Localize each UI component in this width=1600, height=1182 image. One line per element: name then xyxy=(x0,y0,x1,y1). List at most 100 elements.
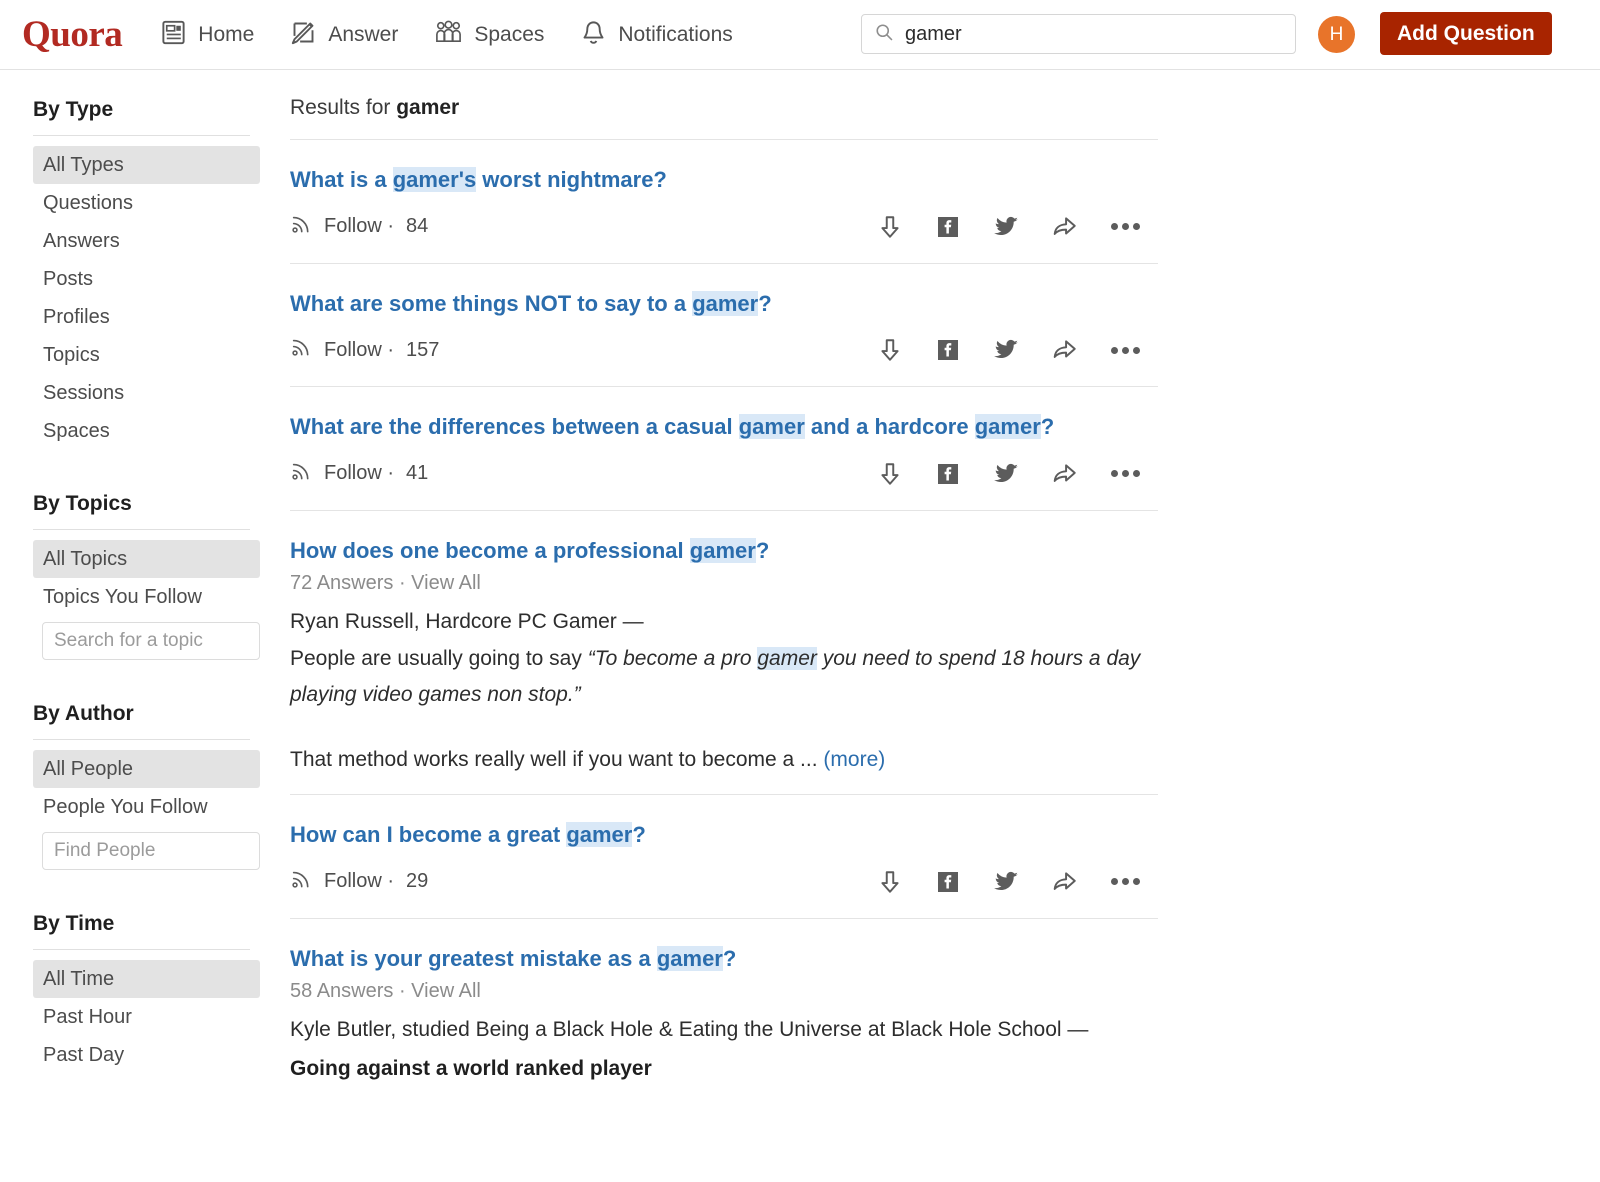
sidebar-item-spaces[interactable]: Spaces xyxy=(33,412,260,450)
follow-button[interactable]: Follow · 41 xyxy=(290,460,428,488)
twitter-icon[interactable] xyxy=(993,461,1019,487)
view-all-link[interactable]: View All xyxy=(411,980,481,1002)
title-text: ? xyxy=(632,821,646,847)
search-result-item: What are the differences between a casua… xyxy=(290,387,1158,511)
avatar[interactable]: H xyxy=(1318,16,1355,53)
quora-logo[interactable]: Quora xyxy=(22,16,123,53)
sidebar-item-topics-you-follow[interactable]: Topics You Follow xyxy=(33,578,260,616)
sidebar-item-all-types[interactable]: All Types xyxy=(33,146,260,184)
highlighted-term: gamer xyxy=(738,414,805,440)
search-input[interactable] xyxy=(905,22,1283,46)
result-question-title[interactable]: How does one become a professional gamer… xyxy=(290,537,1158,566)
facebook-icon[interactable] xyxy=(936,215,960,239)
result-question-title[interactable]: How can I become a great gamer? xyxy=(290,821,1158,850)
answer-snippet: People are usually going to say “To beco… xyxy=(290,641,1158,712)
sidebar-item-all-time[interactable]: All Time xyxy=(33,960,260,998)
highlighted-term: gamer's xyxy=(392,167,477,192)
home-icon xyxy=(160,19,187,51)
bell-icon xyxy=(580,19,607,51)
result-question-title[interactable]: What are some things NOT to say to a gam… xyxy=(290,290,1158,319)
sidebar-item-profiles[interactable]: Profiles xyxy=(33,298,260,336)
topic-search-input[interactable] xyxy=(42,622,260,660)
title-text: ? xyxy=(1040,414,1055,440)
result-actions xyxy=(877,337,1158,363)
sidebar-item-posts[interactable]: Posts xyxy=(33,260,260,298)
filters-sidebar: By Type All Types Questions Answers Post… xyxy=(0,70,290,1116)
downvote-icon[interactable] xyxy=(877,869,903,895)
highlighted-term: gamer xyxy=(566,821,633,847)
more-link[interactable]: (more) xyxy=(823,748,885,771)
nav-item-notifications-label: Notifications xyxy=(618,22,733,46)
answers-count: 58 Answers · xyxy=(290,980,412,1003)
sidebar-item-people-you-follow[interactable]: People You Follow xyxy=(33,788,260,826)
title-text: ? xyxy=(755,537,770,563)
snippet-text: People are usually going to say xyxy=(290,647,588,671)
results-for-query: gamer xyxy=(396,96,460,119)
sidebar-item-answers[interactable]: Answers xyxy=(33,222,260,260)
title-text: ? xyxy=(758,290,772,316)
add-question-button[interactable]: Add Question xyxy=(1380,12,1552,55)
search-results-column: Results for gamer What is a gamer's wors… xyxy=(290,70,1170,1116)
divider xyxy=(33,739,250,740)
share-icon[interactable] xyxy=(1052,337,1078,363)
snippet-tail-text: That method works really well if you wan… xyxy=(290,747,824,771)
search-result-item: How can I become a great gamer? Follow ·… xyxy=(290,795,1158,919)
follow-count: 157 xyxy=(406,338,440,361)
result-question-title[interactable]: What is a gamer's worst nightmare? xyxy=(290,166,1158,195)
result-question-title[interactable]: What are the differences between a casua… xyxy=(290,413,1158,442)
downvote-icon[interactable] xyxy=(877,461,903,487)
follow-button[interactable]: Follow · 29 xyxy=(290,868,428,896)
twitter-icon[interactable] xyxy=(993,337,1019,363)
nav-item-notifications[interactable]: Notifications xyxy=(580,19,733,51)
more-options-icon[interactable] xyxy=(1111,223,1140,231)
sidebar-item-topics[interactable]: Topics xyxy=(33,336,260,374)
more-options-icon[interactable] xyxy=(1111,878,1140,886)
sidebar-item-questions[interactable]: Questions xyxy=(33,184,260,222)
title-text: and a hardcore xyxy=(804,414,975,440)
facebook-icon[interactable] xyxy=(936,462,960,486)
downvote-icon[interactable] xyxy=(877,214,903,240)
facebook-icon[interactable] xyxy=(936,338,960,362)
share-icon[interactable] xyxy=(1052,214,1078,240)
answers-count: 72 Answers · xyxy=(290,572,412,595)
sidebar-item-past-hour[interactable]: Past Hour xyxy=(33,998,260,1036)
filter-title-by-type: By Type xyxy=(33,98,114,121)
nav-item-home[interactable]: Home xyxy=(160,19,254,51)
sidebar-item-all-topics[interactable]: All Topics xyxy=(33,540,260,578)
follow-label: Follow · xyxy=(324,870,395,893)
sidebar-item-past-day[interactable]: Past Day xyxy=(33,1036,260,1074)
divider xyxy=(33,949,250,950)
downvote-icon[interactable] xyxy=(877,337,903,363)
view-all-link[interactable]: View All xyxy=(411,572,481,594)
nav-item-answer[interactable]: Answer xyxy=(290,19,398,51)
people-search-input[interactable] xyxy=(42,832,260,870)
twitter-icon[interactable] xyxy=(993,869,1019,895)
title-text: ? xyxy=(722,945,737,971)
title-text: What is a xyxy=(290,167,393,192)
search-result-item: How does one become a professional gamer… xyxy=(290,511,1158,795)
search-box[interactable] xyxy=(861,14,1296,54)
sidebar-item-all-people[interactable]: All People xyxy=(33,750,260,788)
follow-button[interactable]: Follow · 84 xyxy=(290,213,428,241)
more-options-icon[interactable] xyxy=(1111,346,1140,354)
answer-snippet-tail: That method works really well if you wan… xyxy=(290,748,1158,772)
result-meta-row: Follow · 29 xyxy=(290,868,1158,896)
title-text: What are the differences between a casua… xyxy=(290,414,739,440)
answers-count-row: 72 Answers · View All xyxy=(290,572,1158,595)
twitter-icon[interactable] xyxy=(993,214,1019,240)
follow-count: 41 xyxy=(406,462,429,485)
follow-button[interactable]: Follow · 157 xyxy=(290,336,439,364)
filter-group-by-type: By Type All Types Questions Answers Post… xyxy=(33,98,290,450)
nav-item-spaces[interactable]: Spaces xyxy=(434,19,544,51)
more-options-icon[interactable] xyxy=(1111,470,1140,478)
highlighted-term: gamer xyxy=(656,945,723,971)
result-meta-row: Follow · 157 xyxy=(290,336,1158,364)
result-question-title[interactable]: What is your greatest mistake as a gamer… xyxy=(290,945,1158,974)
facebook-icon[interactable] xyxy=(936,870,960,894)
result-actions xyxy=(877,461,1158,487)
answer-pencil-icon xyxy=(290,19,317,51)
follow-rss-icon xyxy=(290,213,312,241)
share-icon[interactable] xyxy=(1052,461,1078,487)
sidebar-item-sessions[interactable]: Sessions xyxy=(33,374,260,412)
share-icon[interactable] xyxy=(1052,869,1078,895)
